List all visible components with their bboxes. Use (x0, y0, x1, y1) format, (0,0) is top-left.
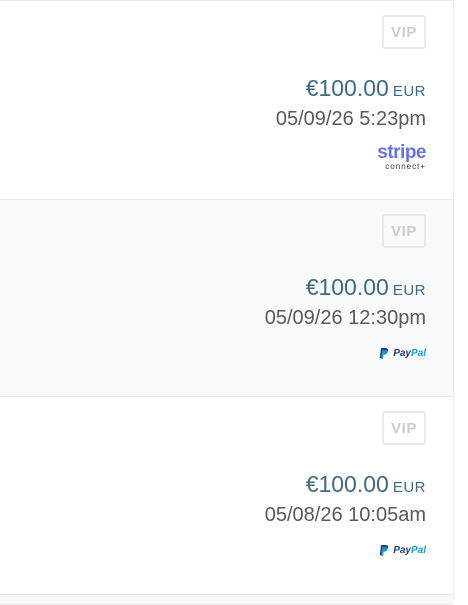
transaction-datetime: 05/08/26 10:05am (264, 504, 426, 526)
transaction-row[interactable]: VIP €100.00 EUR 05/09/26 12:30pm Pay Pal (0, 200, 453, 397)
transaction-currency: EUR (392, 83, 426, 100)
paypal-logo: Pay Pal (379, 348, 426, 359)
vip-badge[interactable]: VIP (382, 214, 426, 248)
transaction-datetime: 05/09/26 12:30pm (264, 307, 426, 329)
transaction-list: VIP €100.00 EUR 05/09/26 5:23pm stripe co… (0, 0, 453, 605)
stripe-logo-subtitle: connect+ (385, 162, 426, 171)
vip-badge[interactable]: VIP (382, 411, 426, 445)
paypal-logo-icon (379, 545, 389, 556)
amount-line: €100.00 EUR (306, 75, 426, 102)
paypal-logo-icon (379, 348, 389, 359)
transaction-currency: EUR (392, 479, 426, 496)
transaction-datetime: 05/09/26 5:23pm (275, 108, 426, 130)
transaction-amount: €100.00 (305, 274, 389, 300)
paypal-text-pay: Pay (393, 348, 411, 359)
transaction-row-partial[interactable] (0, 595, 453, 605)
scrollbar-track[interactable] (453, 0, 468, 598)
paypal-text-pal: Pal (410, 545, 426, 556)
paypal-text-pay: Pay (393, 545, 411, 556)
paypal-logo: Pay Pal (379, 545, 426, 556)
vip-badge[interactable]: VIP (382, 15, 426, 49)
transaction-amount: €100.00 (305, 471, 389, 497)
transaction-row[interactable]: VIP €100.00 EUR 05/09/26 5:23pm stripe co… (0, 0, 453, 200)
transaction-amount: €100.00 (305, 75, 389, 101)
stripe-connect-logo: stripe connect+ (377, 143, 426, 171)
amount-line: €100.00 EUR (306, 471, 426, 498)
transaction-row[interactable]: VIP €100.00 EUR 05/08/26 10:05am Pay Pal (0, 397, 453, 595)
stripe-logo-text: stripe (377, 142, 426, 163)
amount-line: €100.00 EUR (306, 274, 426, 301)
paypal-text-pal: Pal (410, 348, 426, 359)
transaction-currency: EUR (392, 282, 426, 299)
